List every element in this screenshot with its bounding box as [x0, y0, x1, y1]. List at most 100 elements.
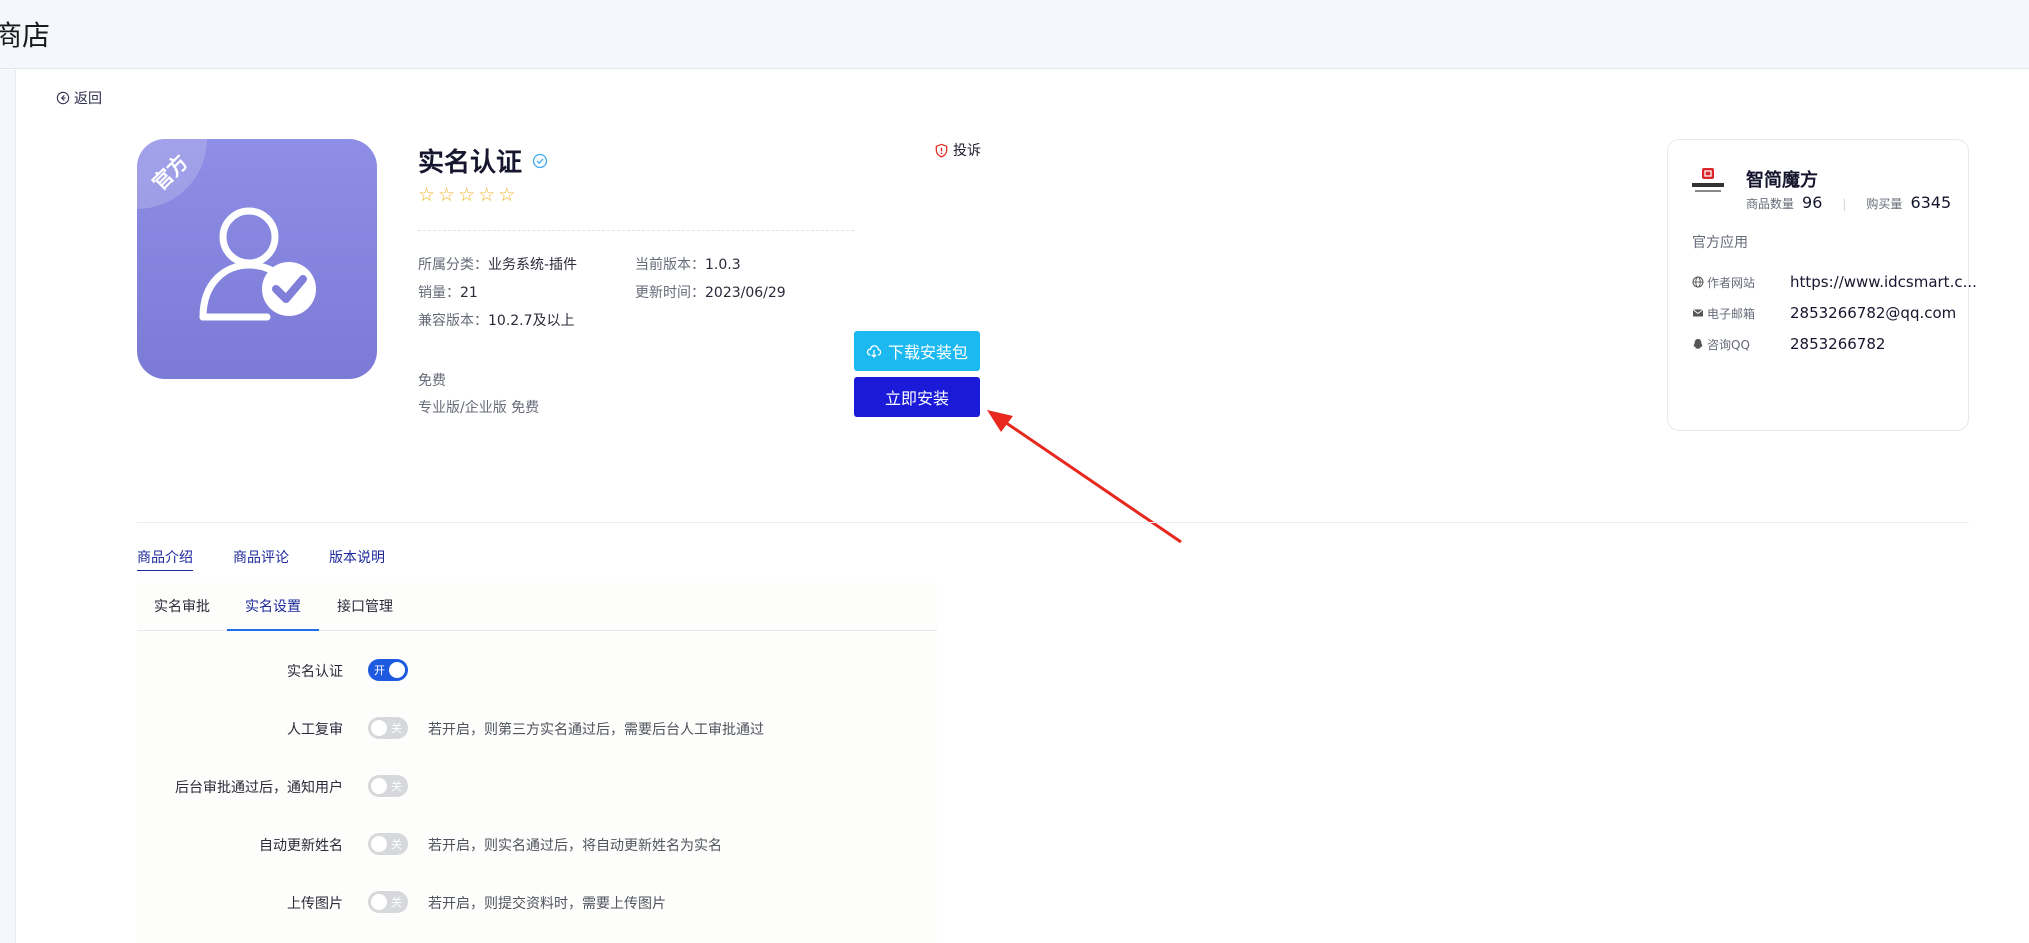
download-package-button[interactable]: 下载安装包	[854, 331, 980, 371]
product-tabs: 商品介绍 商品评论 版本说明	[137, 547, 385, 571]
meta-compat-key: 兼容版本：	[418, 313, 488, 329]
setting-hint: 若开启，则实名通过后，将自动更新姓名为实名	[428, 838, 722, 854]
stats-separator: |	[1842, 197, 1847, 211]
qq-label: 咨询QQ	[1707, 337, 1750, 352]
setting-label: 自动更新姓名	[259, 838, 343, 854]
toggle-knob	[371, 836, 387, 852]
meta-version: 当前版本：1.0.3	[635, 254, 741, 274]
vendor-qq-row: 咨询QQ 2853266782	[1692, 335, 1885, 353]
subtab-api[interactable]: 接口管理	[319, 583, 411, 631]
top-bar: 商店	[0, 0, 2029, 69]
tab-changelog[interactable]: 版本说明	[329, 547, 385, 571]
toggle-state: 关	[391, 838, 402, 851]
vendor-website-row: 作者网站 https://www.idcsmart.c...	[1692, 273, 1977, 291]
buyers-count-label: 购买量	[1866, 197, 1903, 211]
meta-updated-key: 更新时间：	[635, 285, 705, 301]
install-now-button[interactable]: 立即安装	[854, 377, 980, 417]
toggle-knob	[371, 894, 387, 910]
setting-row: 实名认证 开	[137, 658, 937, 682]
meta-version-value: 1.0.3	[705, 257, 741, 273]
download-label: 下载安装包	[887, 343, 968, 362]
vendor-logo	[1692, 168, 1724, 192]
vendor-email-row: 电子邮箱 2853266782@qq.com	[1692, 304, 1956, 322]
email-value[interactable]: 2853266782@qq.com	[1790, 304, 1956, 322]
setting-label: 上传图片	[287, 896, 343, 912]
vendor-name: 智简魔方	[1746, 170, 1818, 191]
page-title: 商店	[0, 19, 51, 52]
shield-alert-icon	[935, 143, 948, 158]
toggle-knob	[389, 662, 405, 678]
star-icon: ☆	[438, 184, 456, 206]
back-link[interactable]: 返回	[56, 88, 102, 108]
rating-stars: ☆ ☆ ☆ ☆ ☆	[418, 186, 515, 205]
products-count: 96	[1802, 193, 1823, 212]
qq-value: 2853266782	[1790, 335, 1886, 353]
setting-label: 后台审批通过后，通知用户	[175, 780, 343, 796]
website-label: 作者网站	[1707, 275, 1756, 290]
left-sidebar-strip	[0, 70, 16, 943]
annotation-arrow	[987, 410, 1182, 544]
star-icon: ☆	[498, 184, 516, 206]
product-icon: 官方	[137, 139, 377, 379]
complain-label: 投诉	[953, 143, 981, 159]
meta-divider	[418, 230, 854, 231]
setting-toggle[interactable]: 关	[368, 717, 408, 739]
section-divider	[137, 522, 1969, 523]
tab-intro[interactable]: 商品介绍	[137, 547, 193, 571]
setting-label: 人工复审	[287, 722, 343, 738]
vendor-stats: 商品数量 96 | 购买量 6345	[1746, 193, 1951, 212]
meta-category-value: 业务系统-插件	[488, 257, 578, 273]
subtab-approve[interactable]: 实名审批	[137, 583, 227, 631]
setting-hint: 若开启，则提交资料时，需要上传图片	[428, 896, 666, 912]
meta-category-key: 所属分类：	[418, 257, 488, 273]
setting-row: 上传图片 关 若开启，则提交资料时，需要上传图片	[137, 890, 937, 914]
setting-toggle[interactable]: 关	[368, 775, 408, 797]
setting-toggle[interactable]: 关	[368, 891, 408, 913]
star-icon: ☆	[458, 184, 476, 206]
setting-row: 自动更新姓名 关 若开启，则实名通过后，将自动更新姓名为实名	[137, 832, 937, 856]
intro-content-panel: 实名审批 实名设置 接口管理 实名认证 开 人工复审 关 若开启，则第三方实名通…	[137, 583, 937, 943]
toggle-knob	[371, 778, 387, 794]
setting-hint: 若开启，则第三方实名通过后，需要后台人工审批通过	[428, 722, 764, 738]
globe-icon	[1692, 276, 1704, 288]
vendor-card: 智简魔方 商品数量 96 | 购买量 6345 官方应用 作者网站 https:…	[1667, 139, 1977, 431]
setting-toggle[interactable]: 开	[368, 659, 408, 681]
verified-icon	[532, 153, 548, 168]
meta-sales-value: 21	[460, 285, 478, 301]
back-label: 返回	[74, 91, 102, 107]
website-link[interactable]: https://www.idcsmart.c...	[1790, 273, 1977, 291]
setting-row: 后台审批通过后，通知用户 关	[137, 774, 937, 798]
mail-icon	[1692, 309, 1704, 317]
qq-icon	[1693, 339, 1703, 349]
buyers-count: 6345	[1910, 193, 1952, 212]
setting-row: 人工复审 关 若开启，则第三方实名通过后，需要后台人工审批通过	[137, 716, 937, 740]
subtab-settings[interactable]: 实名设置	[227, 583, 319, 631]
star-icon: ☆	[418, 184, 436, 206]
meta-compat-value: 10.2.7及以上	[488, 313, 575, 329]
setting-label: 实名认证	[287, 664, 343, 680]
email-label: 电子邮箱	[1707, 306, 1756, 321]
meta-sales: 销量：21	[418, 282, 478, 302]
back-arrow-icon	[56, 91, 70, 105]
meta-updated: 更新时间：2023/06/29	[635, 282, 786, 302]
setting-toggle[interactable]: 关	[368, 833, 408, 855]
settings-subtabs: 实名审批 实名设置 接口管理	[137, 583, 937, 631]
toggle-state: 关	[391, 722, 402, 735]
price-editions: 专业版/企业版 免费	[418, 400, 540, 416]
product-title-row: 实名认证	[418, 142, 548, 179]
vendor-tag: 官方应用	[1692, 235, 1748, 251]
star-icon: ☆	[478, 184, 496, 206]
meta-updated-value: 2023/06/29	[705, 285, 786, 301]
toggle-state: 关	[391, 896, 402, 909]
product-title: 实名认证	[418, 148, 523, 178]
cloud-download-icon	[866, 345, 882, 358]
tab-reviews[interactable]: 商品评论	[233, 547, 289, 571]
complain-link[interactable]: 投诉	[934, 140, 981, 160]
meta-category: 所属分类：业务系统-插件	[418, 254, 577, 274]
toggle-state: 开	[374, 664, 385, 677]
products-count-label: 商品数量	[1746, 197, 1795, 211]
toggle-state: 关	[391, 780, 402, 793]
meta-version-key: 当前版本：	[635, 257, 705, 273]
price-free: 免费	[418, 373, 446, 389]
toggle-knob	[371, 720, 387, 736]
